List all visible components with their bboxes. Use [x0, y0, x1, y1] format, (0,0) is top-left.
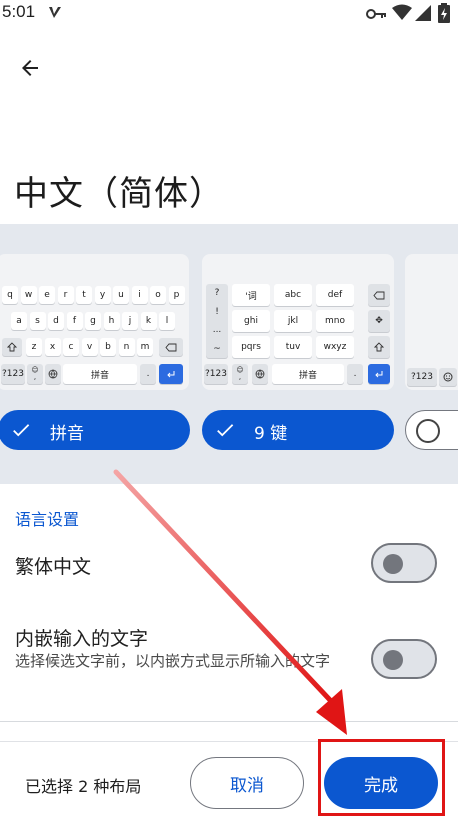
key-e: e — [39, 286, 55, 304]
backspace-key — [368, 284, 390, 306]
cancel-button[interactable]: 取消 — [190, 757, 304, 809]
symbols-key: ?123 — [204, 364, 228, 384]
enter-key — [159, 364, 183, 384]
battery-charging-icon — [438, 3, 450, 27]
selection-count: 已选择 2 种布局 — [25, 777, 142, 796]
arrow-back-icon — [18, 56, 42, 84]
check-icon — [214, 419, 236, 446]
keyboard-preview-pinyin[interactable]: q w e r t y u i o p a s d f g h j k l z x c v b n m ?123 ☺, 拼音. — [0, 254, 189, 390]
enter-key — [368, 364, 390, 384]
punctuation-key: ~ — [213, 343, 221, 354]
punctuation-key: ... — [212, 325, 222, 336]
key-4: ghi — [232, 310, 270, 332]
key-6: mno — [316, 310, 354, 332]
key-c: c — [63, 338, 79, 356]
keyboard-preview-9key[interactable]: ?!... ~ '词 abc def ghi jkl mno pqrs tuv wxyz ✥ ?123 ☺… — [202, 254, 394, 390]
key-h: h — [103, 312, 120, 330]
key-j: j — [122, 312, 138, 330]
symbols-key: ?123 — [407, 368, 437, 386]
status-time: 5:01 — [2, 2, 36, 21]
backspace-key — [159, 338, 183, 356]
traditional-chinese-toggle[interactable] — [371, 543, 437, 583]
key-i: i — [131, 286, 148, 304]
layout-selection-panel: q w e r t y u i o p a s d f g h j k l z x c v b n m ?123 ☺, 拼音. ?!..… — [0, 224, 458, 484]
app-notification-icon — [46, 4, 64, 26]
key-z: z — [26, 338, 42, 356]
key-3: def — [316, 284, 354, 306]
shift-key — [2, 338, 22, 356]
key-s: s — [29, 312, 46, 330]
back-button[interactable] — [10, 50, 50, 90]
wifi-icon — [392, 4, 412, 26]
annotation-highlight-box — [318, 739, 445, 816]
period-key: . — [140, 364, 156, 384]
divider — [0, 721, 458, 722]
key-7: pqrs — [232, 336, 270, 358]
key-k: k — [140, 312, 157, 330]
language-settings-heading: 语言设置 — [15, 510, 80, 529]
inline-input-toggle[interactable] — [371, 639, 437, 679]
layout-chip-pinyin[interactable]: 拼音 — [0, 410, 190, 450]
key-t: t — [76, 286, 92, 304]
key-1: '词 — [232, 284, 270, 306]
layout-chip-label: 9 键 — [254, 424, 288, 444]
key-d: d — [48, 312, 64, 330]
key-r: r — [57, 286, 74, 304]
keyboard-preview-third[interactable]: ?123 — [405, 254, 458, 390]
space-key: 拼音 — [272, 364, 344, 384]
key-u: u — [113, 286, 129, 304]
key-g: g — [85, 312, 101, 330]
layout-chip-third[interactable] — [405, 410, 458, 450]
check-icon — [10, 419, 32, 446]
key-o: o — [150, 286, 166, 304]
language-key — [252, 364, 268, 384]
layout-chip-label: 拼音 — [50, 424, 84, 444]
signal-icon — [414, 4, 432, 26]
key-f: f — [66, 312, 83, 330]
key-w: w — [20, 286, 37, 304]
layout-chip-9key[interactable]: 9 键 — [202, 410, 394, 450]
page-title: 中文（简体） — [14, 174, 224, 214]
symbols-key: ?123 — [1, 364, 25, 384]
punctuation-key: ? — [214, 288, 220, 299]
space-key: 拼音 — [63, 364, 137, 384]
key-n: n — [118, 338, 135, 356]
status-bar: 5:01 — [0, 0, 458, 26]
key-q: q — [2, 286, 18, 304]
setting-label: 繁体中文 — [15, 556, 92, 578]
key-v: v — [81, 338, 98, 356]
key-b: b — [100, 338, 116, 356]
key-5: jkl — [274, 310, 312, 332]
setting-label: 内嵌输入的文字 — [15, 628, 149, 650]
shift-key — [368, 336, 390, 358]
setting-description: 选择候选文字前，以内嵌方式显示所输入的文字 — [15, 652, 331, 670]
key-9: wxyz — [316, 336, 354, 358]
key-x: x — [44, 338, 61, 356]
punctuation-key: ☺, — [232, 364, 248, 384]
cursor-key: ✥ — [368, 310, 390, 332]
key-icon — [366, 6, 388, 25]
emoji-key — [439, 368, 457, 386]
punctuation-column: ?!... ~ — [206, 284, 228, 358]
key-8: tuv — [274, 336, 312, 358]
key-y: y — [94, 286, 111, 304]
key-l: l — [159, 312, 175, 330]
period-key: . — [347, 364, 363, 384]
radio-unchecked-icon — [416, 419, 440, 443]
key-p: p — [168, 286, 185, 304]
language-key — [45, 364, 61, 384]
key-2: abc — [274, 284, 312, 306]
punctuation-key: ☺, — [27, 364, 43, 384]
punctuation-key: ! — [215, 306, 219, 317]
key-a: a — [11, 312, 27, 330]
key-m: m — [137, 338, 153, 356]
